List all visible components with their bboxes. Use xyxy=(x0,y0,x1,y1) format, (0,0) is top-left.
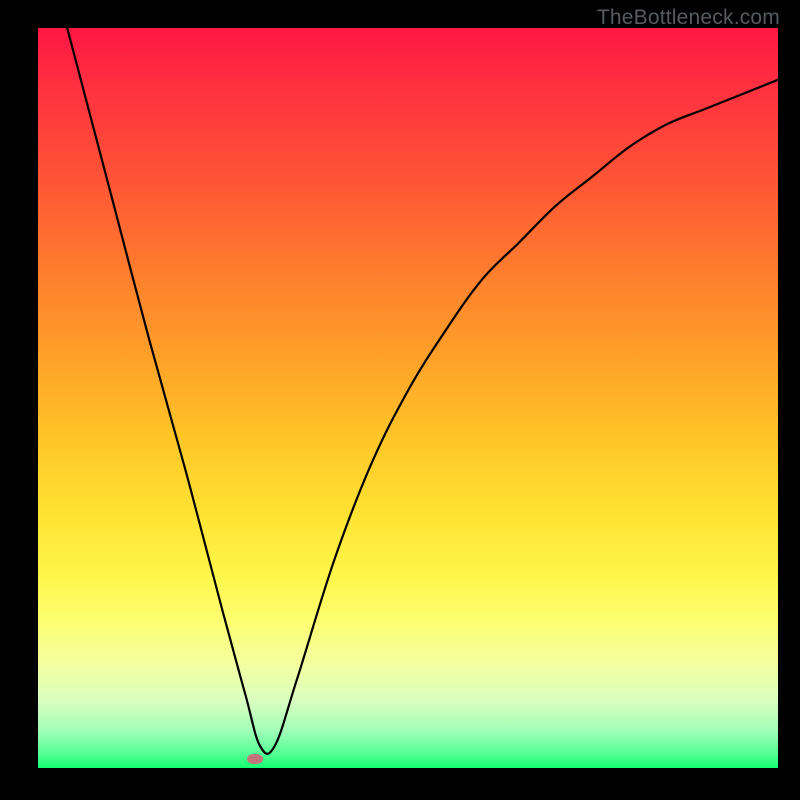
bottleneck-curve xyxy=(38,28,778,768)
curve-path xyxy=(38,28,778,754)
watermark-text: TheBottleneck.com xyxy=(597,6,780,30)
chart-frame: TheBottleneck.com xyxy=(0,0,800,800)
plot-area xyxy=(38,28,778,768)
minimum-marker xyxy=(247,754,263,764)
